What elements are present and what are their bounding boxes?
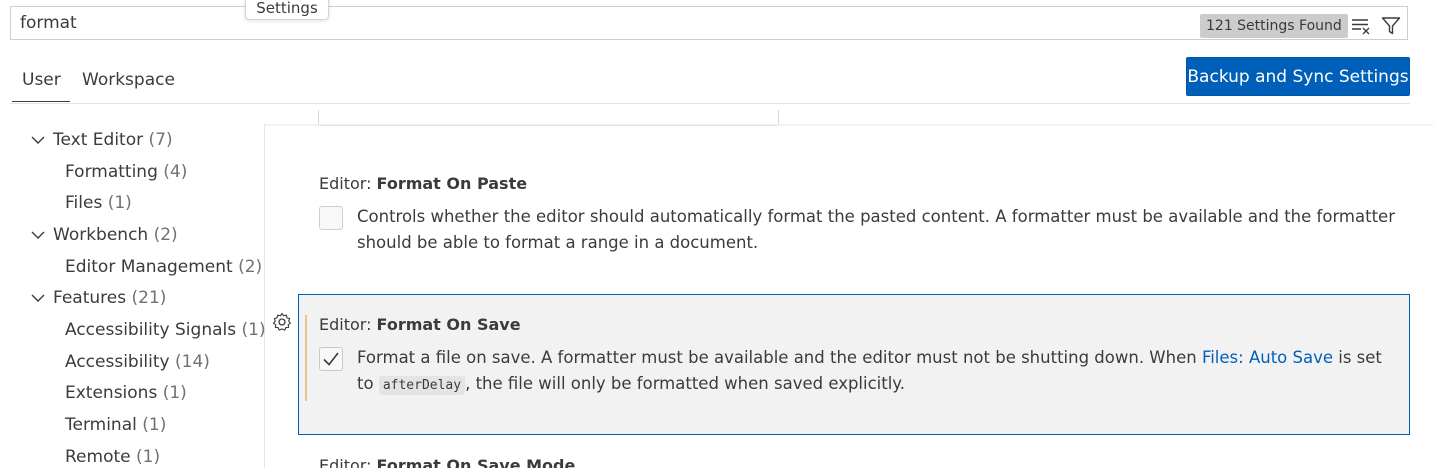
toc-label: Terminal [65,415,137,435]
setting-name: Format On Paste [376,174,528,193]
toc-label: Features [53,288,127,308]
toc-count: (7) [148,130,173,150]
setting-title-format-on-paste: Editor: Format On Paste [319,174,527,193]
setting-category: Editor: [319,456,377,468]
toc-label: Text Editor [53,130,144,150]
format-on-paste-checkbox[interactable] [319,206,343,230]
toc-item-text-editor[interactable]: Text Editor (7) [53,128,173,152]
toc-item-files[interactable]: Files (1) [65,191,132,215]
toc-count: (1) [241,320,266,340]
results-count-badge: 121 Settings Found [1200,14,1348,38]
toc-item-formatting[interactable]: Formatting (4) [65,160,187,184]
clear-filter-icon[interactable] [1350,15,1372,37]
description-line: to afterDelay, the file will only be for… [357,371,1402,399]
setting-title-format-on-save-mode: Editor: Format On Save Mode [319,456,575,468]
code-afterdelay: afterDelay [378,376,466,395]
setting-name: Format On Save Mode [376,456,576,468]
gear-icon[interactable] [272,312,292,332]
search-box[interactable]: 121 Settings Found [10,6,1408,40]
setting-title-format-on-save: Editor: Format On Save [319,315,521,334]
setting-description-format-on-save: Format a file on save. A formatter must … [357,345,1402,399]
toc-item-accessibility[interactable]: Accessibility (14) [65,350,210,374]
chevron-down-icon[interactable] [30,132,46,148]
chevron-down-icon[interactable] [30,227,46,243]
modified-indicator [305,315,307,401]
settings-editor: 121 Settings Found Settings User Workspa… [0,0,1433,468]
setting-category: Editor: [319,315,377,334]
description-line: should be able to format a range in a do… [357,233,759,252]
scroll-shadow [265,124,1433,127]
tab-user[interactable]: User [12,70,70,102]
description-line: Controls whether the editor should autom… [357,207,1395,226]
setting-name: Format On Save [376,315,521,334]
filter-icon[interactable] [1380,15,1402,37]
toc-count: (1) [136,447,161,467]
toc-count: (4) [163,162,188,182]
description-text: to [357,374,379,393]
toc-count: (1) [162,383,187,403]
backup-and-sync-button[interactable]: Backup and Sync Settings [1186,57,1410,96]
toc-item-editor-management[interactable]: Editor Management (2) [65,255,262,279]
description-line: Format a file on save. A formatter must … [357,345,1402,371]
toc-label: Extensions [65,383,158,403]
setting-description-format-on-paste: Controls whether the editor should autom… [357,204,1407,256]
toc-count: (1) [142,415,167,435]
format-on-save-checkbox[interactable] [319,347,343,371]
toc-item-extensions[interactable]: Extensions (1) [65,381,187,405]
settings-tooltip: Settings [245,0,329,20]
toc-item-terminal[interactable]: Terminal (1) [65,413,166,437]
toc-label: Files [65,193,103,213]
chevron-down-icon[interactable] [30,290,46,306]
setting-category: Editor: [319,174,377,193]
toc-count: (1) [107,193,132,213]
description-text: , the file will only be formatted when s… [465,374,905,393]
toc-label: Formatting [65,162,158,182]
toc-label: Accessibility Signals [65,320,237,340]
toc-item-workbench[interactable]: Workbench (2) [53,223,178,247]
description-text: Format a file on save. A formatter must … [357,348,1202,367]
toc-count: (2) [153,225,178,245]
toc-label: Workbench [53,225,149,245]
files-auto-save-link[interactable]: Files: Auto Save [1202,348,1333,367]
checkmark-icon [323,352,339,366]
toc-item-accessibility-signals[interactable]: Accessibility Signals (1) [65,318,266,342]
toc-count: (2) [238,257,263,277]
toc-label: Accessibility [65,352,170,372]
search-input[interactable] [20,13,1120,33]
toc-item-remote[interactable]: Remote (1) [65,445,160,468]
toc-count: (14) [175,352,210,372]
toc-item-features[interactable]: Features (21) [53,286,166,310]
description-text: is set [1333,348,1382,367]
toc-label: Remote [65,447,131,467]
toc-label: Editor Management [65,257,233,277]
tab-workspace[interactable]: Workspace [82,70,175,102]
toc-count: (21) [131,288,167,308]
